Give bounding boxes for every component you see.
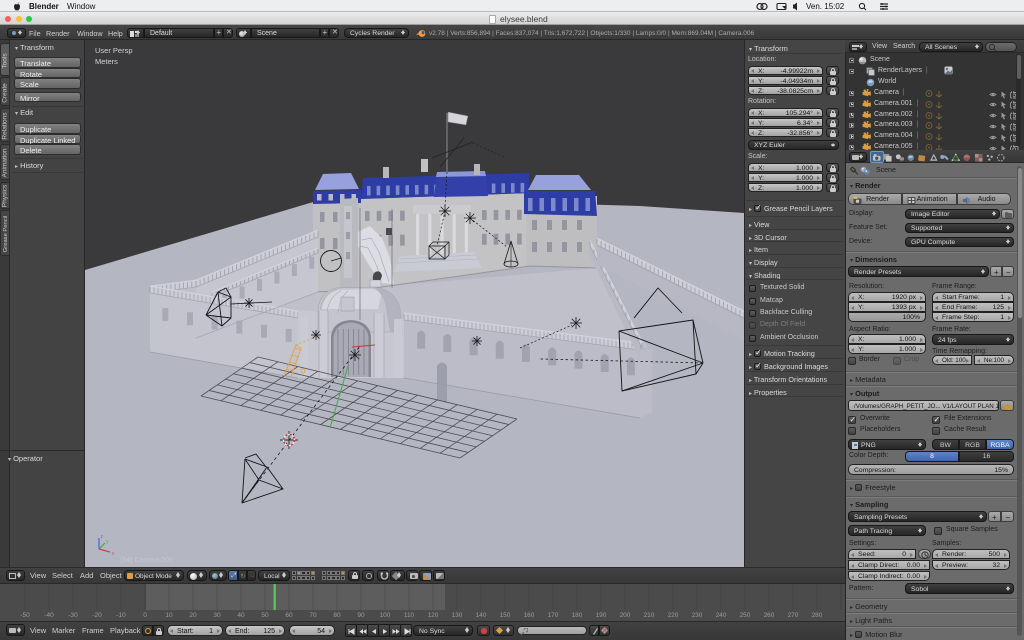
svg-text:-20: -20	[92, 612, 102, 619]
svg-text:110: 110	[404, 612, 415, 619]
svg-text:Meters: Meters	[95, 57, 118, 66]
svg-text:150: 150	[500, 612, 511, 619]
svg-text:70: 70	[309, 612, 317, 619]
svg-text:30: 30	[213, 612, 221, 619]
svg-text:20: 20	[189, 612, 197, 619]
svg-text:-30: -30	[68, 612, 78, 619]
svg-text:90: 90	[357, 612, 365, 619]
svg-text:190: 190	[596, 612, 607, 619]
svg-text:180: 180	[572, 612, 583, 619]
svg-text:160: 160	[524, 612, 535, 619]
svg-text:170: 170	[548, 612, 559, 619]
svg-text:10: 10	[165, 612, 173, 619]
svg-text:x: x	[112, 551, 115, 557]
svg-text:User Persp: User Persp	[95, 46, 133, 55]
svg-text:0: 0	[143, 612, 147, 619]
svg-text:y: y	[106, 539, 109, 545]
svg-text:200: 200	[620, 612, 631, 619]
svg-text:220: 220	[668, 612, 679, 619]
svg-text:240: 240	[716, 612, 727, 619]
svg-text:250: 250	[740, 612, 751, 619]
svg-text:50: 50	[261, 612, 269, 619]
svg-text:270: 270	[788, 612, 799, 619]
svg-text:260: 260	[764, 612, 775, 619]
svg-text:60: 60	[285, 612, 293, 619]
svg-text:210: 210	[644, 612, 655, 619]
svg-text:280: 280	[812, 612, 823, 619]
svg-text:-10: -10	[116, 612, 126, 619]
svg-text:z: z	[101, 534, 104, 540]
svg-text:-50: -50	[20, 612, 30, 619]
svg-text:130: 130	[452, 612, 463, 619]
svg-text:140: 140	[476, 612, 487, 619]
svg-text:40: 40	[237, 612, 245, 619]
svg-text:120: 120	[428, 612, 439, 619]
svg-text:-40: -40	[44, 612, 54, 619]
svg-text:80: 80	[333, 612, 341, 619]
svg-text:100: 100	[380, 612, 391, 619]
svg-text:230: 230	[692, 612, 703, 619]
svg-text:(54) Camera.006: (54) Camera.006	[120, 557, 173, 564]
